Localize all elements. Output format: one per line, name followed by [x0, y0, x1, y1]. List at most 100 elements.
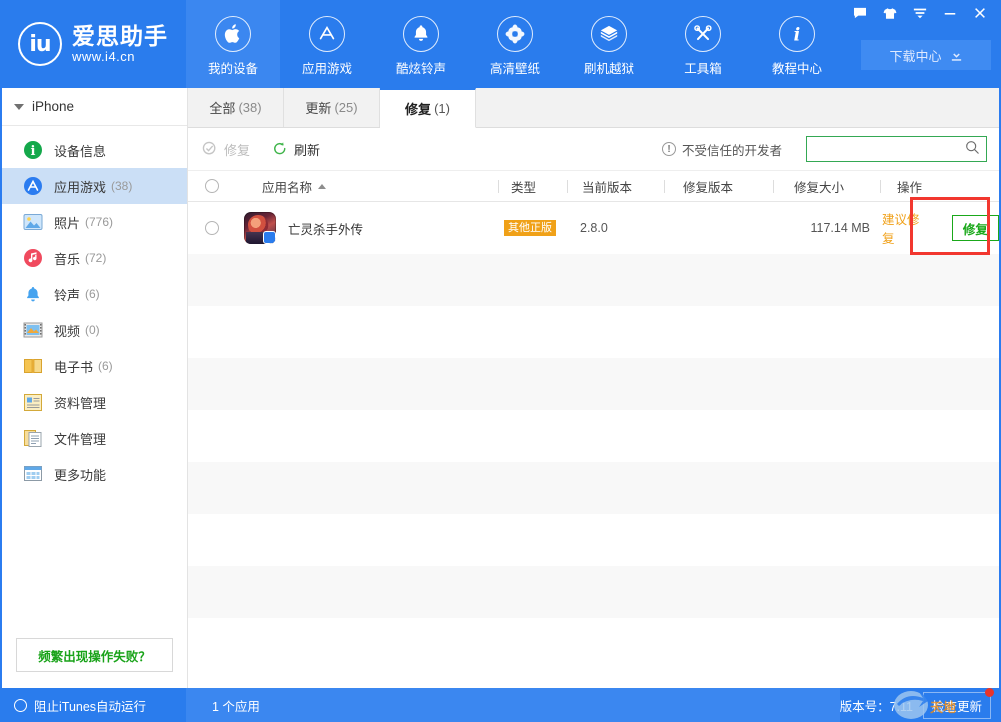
nav-item-flash-jailbreak[interactable]: 刷机越狱 — [562, 0, 656, 88]
untrusted-developer-link[interactable]: ! 不受信任的开发者 — [662, 140, 782, 159]
sidebar-item-ebooks[interactable]: 电子书 (6) — [2, 348, 187, 384]
sidebar-item-count: (38) — [111, 179, 132, 193]
tab-count: (25) — [334, 100, 357, 115]
sidebar-item-ringtones[interactable]: 铃声 (6) — [2, 276, 187, 312]
close-icon[interactable] — [965, 0, 995, 26]
tab-count: (38) — [238, 100, 261, 115]
sidebar-item-device-info[interactable]: i 设备信息 — [2, 132, 187, 168]
box-icon — [591, 16, 627, 52]
apple-icon — [215, 16, 251, 52]
row-repair-button[interactable]: 修复 — [952, 215, 999, 241]
nav-item-wallpapers[interactable]: 高清壁纸 — [468, 0, 562, 88]
sidebar-item-count: (0) — [85, 323, 100, 337]
table-row[interactable]: 亡灵杀手外传 其他正版 2.8.0 117.14 MB 建议修复 修复 — [188, 202, 999, 254]
tab-update[interactable]: 更新 (25) — [284, 88, 380, 127]
refresh-button[interactable]: 刷新 — [272, 140, 320, 159]
sidebar-item-label: 视频 — [54, 321, 80, 340]
bell-icon — [403, 16, 439, 52]
row-current-version: 2.8.0 — [566, 221, 662, 235]
appstore-icon — [22, 175, 44, 197]
nav-item-toolbox[interactable]: 工具箱 — [656, 0, 750, 88]
menu-icon[interactable] — [905, 0, 935, 26]
empty-row — [188, 462, 999, 514]
skin-icon[interactable] — [875, 0, 905, 26]
sidebar-item-count: (6) — [85, 287, 100, 301]
app-icon — [244, 212, 276, 244]
operation-failure-help-button[interactable]: 频繁出现操作失败？ — [16, 638, 173, 672]
sidebar-item-music[interactable]: 音乐 (72) — [2, 240, 187, 276]
logo-title: 爱思助手 — [72, 23, 168, 49]
svg-text:i: i — [31, 144, 36, 159]
suggest-repair-label[interactable]: 建议修复 — [882, 209, 926, 247]
device-selector[interactable]: iPhone — [2, 88, 187, 126]
column-label: 当前版本 — [582, 177, 632, 196]
row-type-cell: 其他正版 — [498, 220, 566, 236]
nav-label: 高清壁纸 — [490, 58, 540, 77]
radio-icon[interactable] — [14, 699, 27, 712]
refresh-icon — [272, 141, 288, 157]
app-count-label: 1 个应用 — [212, 696, 260, 715]
ebook-icon — [22, 355, 44, 377]
nav-item-tutorial-center[interactable]: i 教程中心 — [750, 0, 844, 88]
column-app-name[interactable]: 应用名称 — [236, 170, 498, 202]
empty-row — [188, 410, 999, 462]
app-body: iPhone i 设备信息 应用游戏 (38) — [0, 88, 1001, 688]
photo-icon — [22, 211, 44, 233]
sidebar-item-label: 电子书 — [54, 357, 93, 376]
empty-row — [188, 306, 999, 358]
file-manage-icon — [22, 427, 44, 449]
column-type[interactable]: 类型 — [499, 170, 567, 202]
sidebar-footer: 频繁出现操作失败？ — [2, 638, 187, 688]
empty-row — [188, 618, 999, 670]
repair-button-label: 修复 — [224, 140, 250, 159]
column-action[interactable]: 操作 — [881, 170, 999, 202]
tab-label: 更新 — [305, 98, 331, 117]
sidebar-item-label: 资料管理 — [54, 393, 106, 412]
sidebar-item-data-manage[interactable]: 资料管理 — [2, 384, 187, 420]
nav-label: 刷机越狱 — [584, 58, 634, 77]
sidebar-item-count: (6) — [98, 359, 113, 373]
sidebar-item-photos[interactable]: 照片 (776) — [2, 204, 187, 240]
repair-icon — [202, 141, 218, 157]
type-badge: 其他正版 — [504, 220, 556, 236]
column-fix-version[interactable]: 修复版本 — [665, 170, 773, 202]
select-all-checkbox[interactable] — [205, 179, 219, 193]
window-controls — [845, 0, 995, 26]
repair-button[interactable]: 修复 — [202, 140, 250, 159]
select-all-cell — [188, 170, 236, 202]
svg-text:i: i — [794, 25, 801, 45]
nav-label: 应用游戏 — [302, 58, 352, 77]
row-fix-size: 117.14 MB — [770, 221, 876, 235]
row-checkbox[interactable] — [205, 221, 219, 235]
sidebar-item-videos[interactable]: 视频 (0) — [2, 312, 187, 348]
app-count-area: 1 个应用 — [186, 688, 840, 722]
download-center-button[interactable]: 下载中心 — [861, 40, 991, 70]
check-update-button[interactable]: 检查更新 — [923, 692, 991, 719]
sidebar-item-count: (72) — [85, 251, 106, 265]
sidebar-item-apps-games[interactable]: 应用游戏 (38) — [2, 168, 187, 204]
feedback-icon[interactable] — [845, 0, 875, 26]
search-box[interactable] — [806, 136, 987, 162]
nav-item-my-device[interactable]: 我的设备 — [186, 0, 280, 88]
sidebar-item-label: 照片 — [54, 213, 80, 232]
nav-item-apps-games[interactable]: 应用游戏 — [280, 0, 374, 88]
column-current-version[interactable]: 当前版本 — [568, 170, 664, 202]
sidebar-item-label: 更多功能 — [54, 465, 106, 484]
search-input[interactable] — [813, 142, 965, 156]
sidebar-item-more-features[interactable]: 更多功能 — [2, 456, 187, 492]
block-itunes-toggle[interactable]: 阻止iTunes自动运行 — [0, 696, 186, 715]
sidebar-item-file-manage[interactable]: 文件管理 — [2, 420, 187, 456]
nav-item-ringtones[interactable]: 酷炫铃声 — [374, 0, 468, 88]
minimize-icon[interactable] — [935, 0, 965, 26]
chevron-down-icon — [14, 104, 24, 110]
sidebar-item-count: (776) — [85, 215, 113, 229]
sidebar-item-label: 应用游戏 — [54, 177, 106, 196]
column-fix-size[interactable]: 修复大小 — [774, 170, 880, 202]
app-name: 亡灵杀手外传 — [288, 219, 363, 238]
tab-repair[interactable]: 修复 (1) — [380, 88, 476, 128]
column-label: 修复大小 — [794, 177, 844, 196]
app-logo: iu 爱思助手 www.i4.cn — [0, 0, 186, 88]
search-icon[interactable] — [965, 140, 980, 158]
update-badge-dot — [985, 688, 994, 697]
tab-all[interactable]: 全部 (38) — [188, 88, 284, 127]
